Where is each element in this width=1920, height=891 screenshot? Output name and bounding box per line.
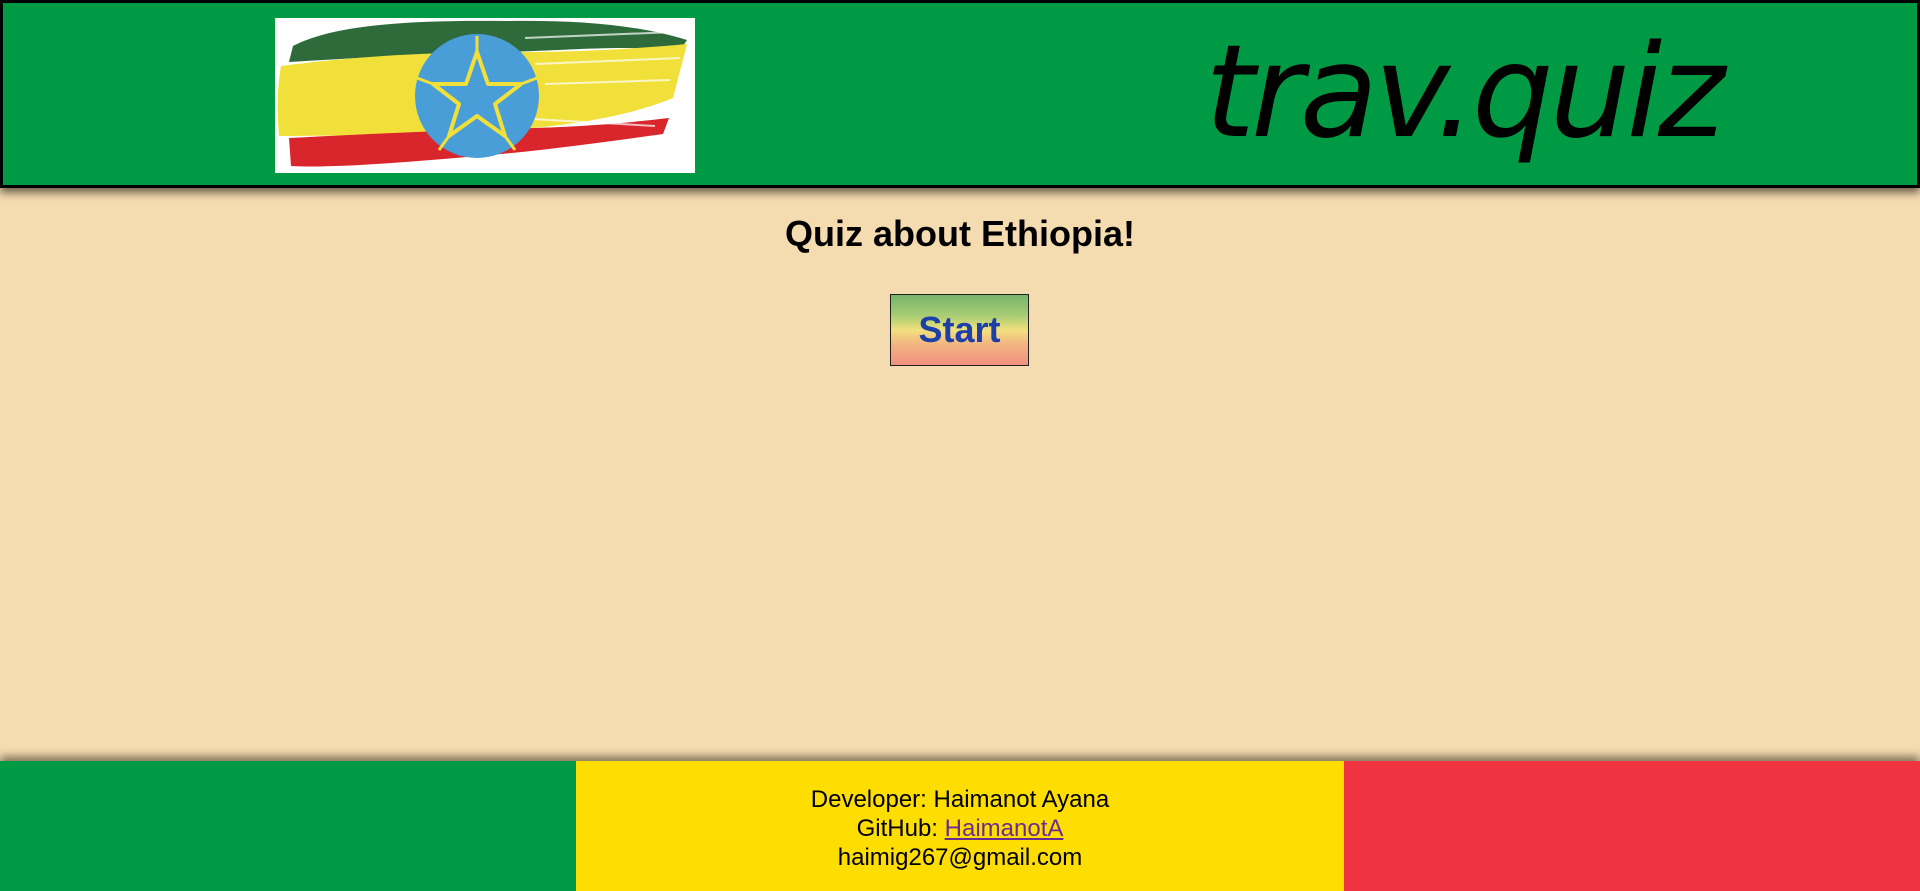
developer-credit: Developer: Haimanot Ayana (576, 785, 1344, 814)
github-link[interactable]: HaimanotA (945, 815, 1064, 842)
ethiopia-flag-logo (275, 18, 695, 173)
site-title: trav.quiz (1204, 18, 1725, 167)
ethiopia-flag-brush-icon (277, 20, 687, 167)
page-title: Quiz about Ethiopia! (785, 213, 1135, 254)
developer-name: Haimanot Ayana (933, 786, 1110, 813)
footer-info-panel: Developer: Haimanot Ayana GitHub: Haiman… (576, 761, 1344, 891)
start-button[interactable]: Start (890, 294, 1029, 366)
footer-red-panel (1344, 761, 1920, 891)
site-footer: Developer: Haimanot Ayana GitHub: Haiman… (0, 761, 1920, 891)
github-label: GitHub: (856, 815, 938, 842)
main-content: Quiz about Ethiopia! Start (0, 188, 1920, 761)
contact-email: haimig267@gmail.com (837, 844, 1083, 871)
github-credit: GitHub: HaimanotA (576, 814, 1344, 843)
site-header: trav.quiz (0, 0, 1920, 188)
footer-green-panel (0, 761, 576, 891)
developer-label: Developer: (810, 786, 927, 813)
